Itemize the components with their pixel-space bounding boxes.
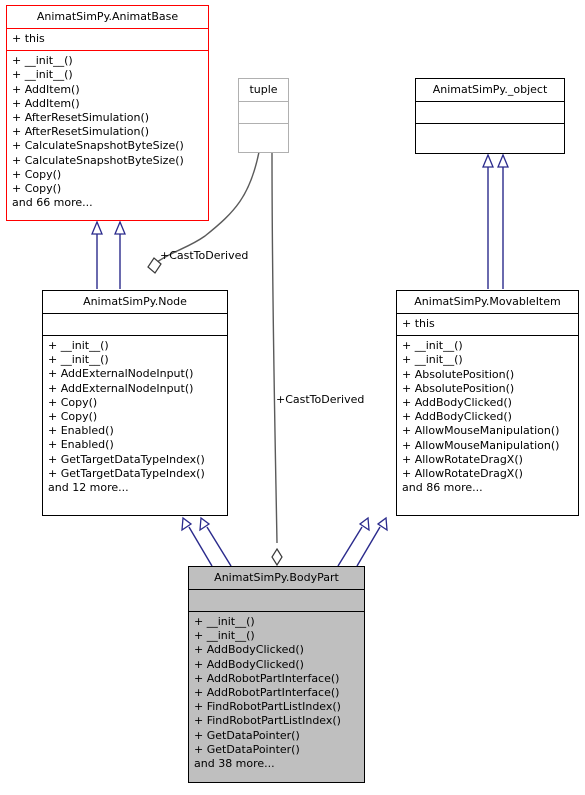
class-box-tuple[interactable]: tuple [238, 78, 289, 153]
class-operation: + AddItem() [12, 96, 80, 110]
class-operation: + __init__() [12, 68, 73, 82]
class-operation: + AddBodyClicked() [194, 657, 304, 671]
edge-label-cast-to-derived-bodypart: +CastToDerived [276, 393, 365, 406]
class-operation: + Copy() [12, 167, 62, 181]
class-operation: + CalculateSnapshotByteSize() [12, 139, 184, 153]
edge-node-to-animatbase [91, 220, 126, 289]
class-operation: + GetTargetDataTypeIndex() [48, 466, 205, 480]
class-operation: + Copy() [48, 410, 98, 424]
class-attributes-animatbase: + this [7, 29, 208, 52]
class-title-object: AnimatSimPy._object [416, 79, 564, 102]
class-operations-bodypart: + __init__() + __init__() + AddBodyClick… [189, 612, 364, 782]
class-attributes-object [416, 102, 564, 124]
class-operation: + GetDataPointer() [194, 742, 300, 756]
class-operation: + AllowRotateDragX() [402, 467, 523, 481]
class-operation: + AfterResetSimulation() [12, 125, 150, 139]
edge-tuple-to-bodypart [271, 151, 283, 567]
edge-movableitem-to-object [482, 153, 509, 289]
class-operations-movableitem: + __init__() + __init__() + AbsolutePosi… [397, 336, 578, 515]
class-attribute: + this [402, 317, 435, 330]
class-operation: + Enabled() [48, 438, 114, 452]
class-attribute: + this [12, 32, 45, 45]
class-operations-node: + __init__() + __init__() + AddExternalN… [43, 336, 227, 515]
class-title-movableitem: AnimatSimPy.MovableItem [397, 291, 578, 314]
class-operation: + AddItem() [12, 82, 80, 96]
class-operation: + Copy() [48, 395, 98, 409]
class-operation: + AllowMouseManipulation() [402, 438, 560, 452]
class-operation: + __init__() [12, 54, 73, 68]
class-operation: + FindRobotPartListIndex() [194, 700, 341, 714]
class-operation: + AddExternalNodeInput() [48, 381, 194, 395]
class-box-bodypart[interactable]: AnimatSimPy.BodyPart + __init__() + __in… [188, 566, 365, 783]
class-operation: + AddBodyClicked() [402, 410, 512, 424]
class-title-animatbase: AnimatSimPy.AnimatBase [7, 6, 208, 29]
edge-bodypart-to-movableitem [337, 516, 388, 567]
uml-class-diagram: +CastToDerived +CastToDerived AnimatSimP… [0, 0, 585, 795]
class-operation: + GetDataPointer() [194, 728, 300, 742]
class-operation: + Copy() [12, 182, 62, 196]
class-attributes-node [43, 314, 227, 336]
class-operation-more: and 66 more... [12, 196, 93, 210]
class-box-movableitem[interactable]: AnimatSimPy.MovableItem + this + __init_… [396, 290, 579, 516]
class-operation: + AbsolutePosition() [402, 381, 515, 395]
class-operation: + AddExternalNodeInput() [48, 367, 194, 381]
class-operation: + FindRobotPartListIndex() [194, 714, 341, 728]
class-operation: + Enabled() [48, 424, 114, 438]
class-operations-animatbase: + __init__() + __init__() + AddItem() + … [7, 51, 208, 220]
class-title-node: AnimatSimPy.Node [43, 291, 227, 314]
class-operation: + AddRobotPartInterface() [194, 671, 340, 685]
class-operation: + AllowRotateDragX() [402, 452, 523, 466]
class-operation: + AllowMouseManipulation() [402, 424, 560, 438]
class-title-tuple: tuple [239, 79, 288, 102]
class-operation: + AfterResetSimulation() [12, 111, 150, 125]
class-operation: + __init__() [402, 353, 463, 367]
class-operation: + AddBodyClicked() [194, 643, 304, 657]
class-attributes-movableitem: + this [397, 314, 578, 337]
class-title-bodypart: AnimatSimPy.BodyPart [189, 567, 364, 590]
class-operation: + CalculateSnapshotByteSize() [12, 153, 184, 167]
class-operations-object [416, 124, 564, 153]
class-operation: + AddRobotPartInterface() [194, 686, 340, 700]
class-operations-tuple [239, 124, 288, 152]
class-attributes-tuple [239, 102, 288, 124]
class-operation: + AddBodyClicked() [402, 396, 512, 410]
class-operation: + GetTargetDataTypeIndex() [48, 452, 205, 466]
class-operation-more: and 86 more... [402, 481, 483, 495]
class-box-object[interactable]: AnimatSimPy._object [415, 78, 565, 154]
class-operation: + __init__() [48, 339, 109, 352]
class-operation: + __init__() [402, 339, 463, 353]
class-attributes-bodypart [189, 590, 364, 612]
class-operation-more: and 12 more... [48, 481, 129, 495]
class-box-node[interactable]: AnimatSimPy.Node + __init__() + __init__… [42, 290, 228, 516]
class-operation: + __init__() [194, 615, 255, 628]
class-operation-more: and 38 more... [194, 757, 275, 771]
class-operation: + __init__() [194, 629, 255, 643]
edge-bodypart-to-node [181, 516, 232, 567]
class-operation: + __init__() [48, 353, 109, 367]
class-operation: + AbsolutePosition() [402, 367, 515, 381]
edge-label-cast-to-derived-node: +CastToDerived [160, 249, 249, 262]
class-box-animatbase[interactable]: AnimatSimPy.AnimatBase + this + __init__… [6, 5, 209, 221]
